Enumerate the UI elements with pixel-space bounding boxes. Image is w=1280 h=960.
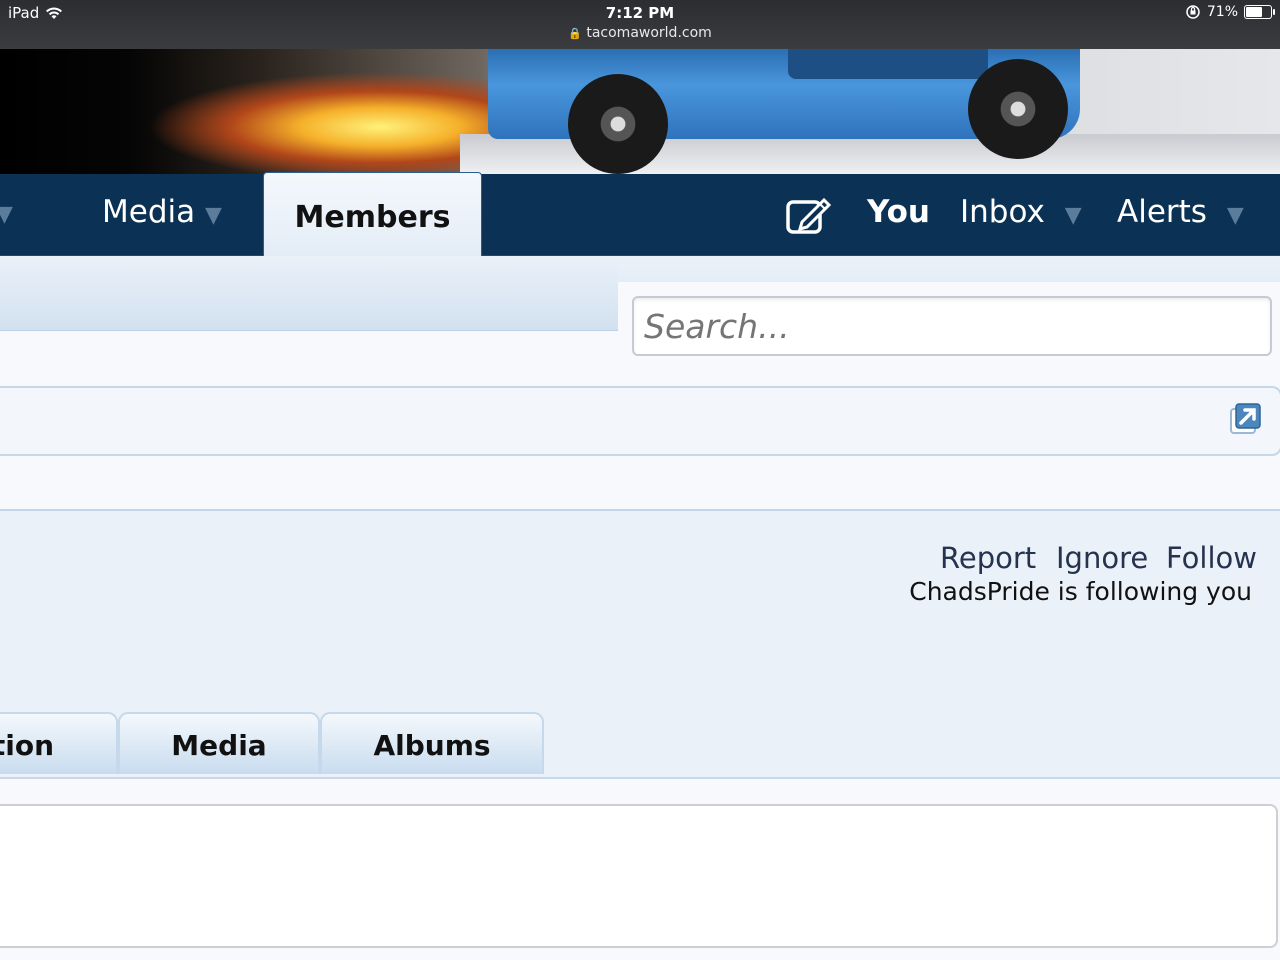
nav-tab-media[interactable]: Media ▼: [102, 194, 222, 230]
address-bar[interactable]: 🔒 tacomaworld.com: [0, 25, 1280, 41]
banner-wheel-front: [568, 74, 668, 174]
nav-inbox-label: Inbox: [960, 194, 1045, 230]
main-navigation: ▼ Media ▼ You Inbox ▼ Alerts ▼: [0, 174, 1280, 256]
status-bar: iPad 7:12 PM 🔒 tacomaworld.com 71%: [0, 0, 1280, 49]
nav-you[interactable]: You: [867, 194, 930, 230]
ignore-link[interactable]: Ignore: [1056, 541, 1148, 575]
banner-truck-window: [788, 49, 988, 79]
nav-alerts-label: Alerts: [1117, 194, 1207, 230]
follow-link[interactable]: Follow: [1166, 541, 1257, 575]
banner-wheel-rear: [968, 59, 1068, 159]
nav-alerts[interactable]: Alerts ▼: [1117, 194, 1244, 230]
nav-prev-dropdown-arrow[interactable]: ▼: [0, 202, 13, 227]
chevron-down-icon[interactable]: ▼: [1227, 203, 1244, 228]
nav-media-label: Media: [102, 194, 196, 230]
nav-tab-members[interactable]: Members: [263, 172, 482, 257]
status-time: 7:12 PM: [605, 4, 675, 22]
external-link-icon[interactable]: [1228, 402, 1262, 436]
profile-content-panel: [0, 804, 1278, 948]
compose-icon[interactable]: [786, 196, 832, 236]
battery-fill: [1246, 7, 1262, 17]
url-text: tacomaworld.com: [586, 25, 712, 41]
search-input[interactable]: [632, 296, 1272, 356]
battery-percent: 71%: [1206, 4, 1238, 20]
profile-tab-media[interactable]: Media: [118, 712, 320, 774]
chevron-down-icon[interactable]: ▼: [1065, 203, 1082, 228]
profile-tab-information[interactable]: tion: [0, 712, 118, 774]
battery-icon: [1244, 5, 1275, 19]
nav-inbox[interactable]: Inbox ▼: [960, 194, 1082, 230]
profile-tab-albums[interactable]: Albums: [320, 712, 544, 774]
following-status: ChadsPride is following you: [909, 577, 1252, 606]
status-right: 71%: [1185, 4, 1275, 20]
lock-icon: 🔒: [568, 27, 582, 40]
orientation-lock-icon: [1186, 5, 1200, 19]
chevron-down-icon[interactable]: ▼: [205, 203, 222, 228]
breadcrumb: [0, 386, 1280, 456]
sub-navigation-bar-right: [618, 256, 1280, 282]
header-banner[interactable]: [0, 49, 1280, 174]
sub-navigation-bar: [0, 256, 618, 331]
report-link[interactable]: Report: [940, 541, 1036, 575]
